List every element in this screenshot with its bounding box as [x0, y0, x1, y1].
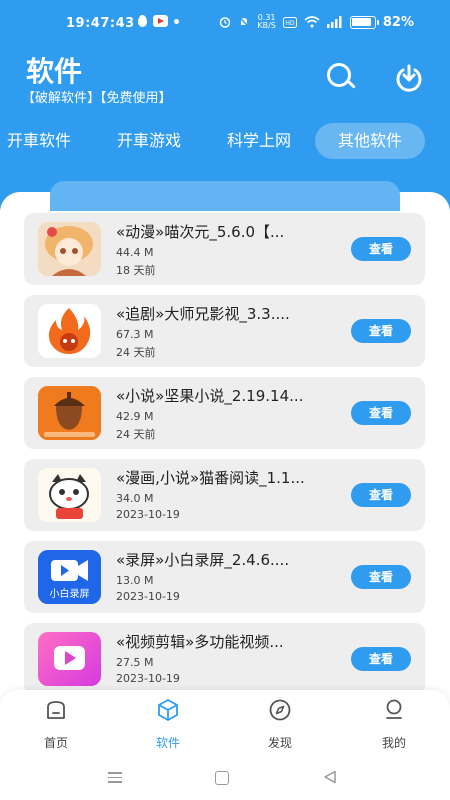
recent-apps-icon[interactable]: [108, 772, 122, 786]
app-name: «动漫»喵次元_5.6.0【...: [116, 223, 285, 241]
nav-software-label: 软件: [155, 736, 180, 750]
category-tabs: 开車软件 开車游戏 科学上网 其他软件: [0, 123, 450, 161]
view-button[interactable]: 查看: [351, 401, 411, 425]
view-button[interactable]: 查看: [351, 483, 411, 507]
nav-profile-label: 我的: [381, 736, 406, 750]
view-button[interactable]: 查看: [351, 319, 411, 343]
page-title: 软件: [26, 55, 83, 88]
view-button[interactable]: 查看: [351, 647, 411, 671]
bottom-nav: 首页 软件 发现 我的: [0, 690, 450, 756]
app-card[interactable]: «动漫»喵次元_5.6.0【... 44.4 M 18 天前 查看: [24, 213, 425, 285]
view-button[interactable]: 查看: [351, 237, 411, 261]
tab-nsfw-software[interactable]: 开車软件: [0, 123, 80, 159]
video-camera-icon: 小白录屏: [38, 550, 101, 604]
cube-icon: [158, 699, 178, 721]
nav-home-label: 首页: [43, 736, 68, 750]
nav-discover[interactable]: 发现: [250, 698, 310, 751]
home-square-icon[interactable]: [215, 771, 229, 785]
app-size: 67.3 M: [116, 328, 154, 341]
app-name: «小说»坚果小说_2.19.14...: [116, 387, 304, 405]
app-date: 2023-10-19: [116, 590, 180, 603]
app-name: «录屏»小白录屏_2.4.6....: [116, 551, 290, 569]
svg-text:HD: HD: [285, 20, 295, 27]
video-app-icon: [153, 15, 168, 27]
app-size: 27.5 M: [116, 656, 154, 669]
user-icon: [386, 699, 402, 719]
app-date: 24 天前: [116, 346, 156, 359]
app-name: «漫画,小说»猫番阅读_1.1...: [116, 469, 305, 487]
app-name: «视频剪辑»多功能视频...: [116, 633, 284, 651]
app-name: «追剧»大师兄影视_3.3....: [116, 305, 290, 323]
flame-icon: [38, 304, 101, 358]
app-size: 13.0 M: [116, 574, 154, 587]
system-nav-bar: [0, 756, 450, 800]
view-button[interactable]: 查看: [351, 565, 411, 589]
anime-girl-icon: [38, 222, 101, 276]
play-icon: [38, 632, 101, 686]
app-date: 2023-10-19: [116, 508, 180, 521]
download-icon: [396, 64, 422, 92]
banner: [50, 181, 400, 211]
back-triangle-icon[interactable]: [323, 770, 337, 784]
app-icon-caption: 小白录屏: [49, 589, 90, 600]
tab-nsfw-games[interactable]: 开車游戏: [108, 123, 190, 159]
hd-icon: HD: [282, 16, 297, 28]
search-button[interactable]: [325, 61, 357, 93]
app-size: 34.0 M: [116, 492, 154, 505]
battery-percent: 82%: [382, 14, 414, 30]
app-card[interactable]: 小白录屏 «录屏»小白录屏_2.4.6.... 13.0 M 2023-10-1…: [24, 541, 425, 613]
signal-icon: [326, 16, 342, 28]
net-speed: 0.31 KB/S: [257, 13, 276, 30]
notification-dot-icon: [174, 18, 179, 24]
app-card[interactable]: «追剧»大师兄影视_3.3.... 67.3 M 24 天前 查看: [24, 295, 425, 367]
battery-icon: [349, 15, 379, 29]
app-card[interactable]: «漫画,小说»猫番阅读_1.1... 34.0 M 2023-10-19 查看: [24, 459, 425, 531]
compass-icon: [269, 699, 291, 721]
status-bar: 19:47:43 0.31 KB/S HD 82%: [0, 0, 450, 44]
home-icon: [47, 701, 65, 719]
nav-profile[interactable]: 我的: [364, 698, 424, 751]
status-time: 19:47:43: [66, 16, 135, 31]
app-card[interactable]: «视频剪辑»多功能视频... 27.5 M 2023-10-19 查看: [24, 623, 425, 695]
app-date: 24 天前: [116, 428, 156, 441]
nav-discover-label: 发现: [267, 736, 292, 750]
tab-vpn[interactable]: 科学上网: [218, 123, 300, 159]
tab-other-software[interactable]: 其他软件: [315, 123, 425, 159]
nav-software[interactable]: 软件: [138, 698, 198, 751]
cat-icon: [38, 468, 101, 522]
download-button[interactable]: [394, 62, 426, 94]
water-drop-icon: [138, 15, 147, 27]
app-date: 2023-10-19: [116, 672, 180, 685]
app-date: 18 天前: [116, 264, 156, 277]
acorn-icon: [38, 386, 101, 440]
alarm-icon: [220, 17, 231, 28]
app-card[interactable]: «小说»坚果小说_2.19.14... 42.9 M 24 天前 查看: [24, 377, 425, 449]
app-size: 44.4 M: [116, 246, 154, 259]
page-subtitle: 【破解软件】【免费使用】: [22, 91, 172, 106]
app-list-container: «动漫»喵次元_5.6.0【... 44.4 M 18 天前 查看 «追剧»大师…: [0, 181, 450, 702]
silent-icon: [238, 16, 250, 28]
nav-home[interactable]: 首页: [26, 698, 86, 751]
app-size: 42.9 M: [116, 410, 154, 423]
wifi-icon: [304, 16, 320, 28]
